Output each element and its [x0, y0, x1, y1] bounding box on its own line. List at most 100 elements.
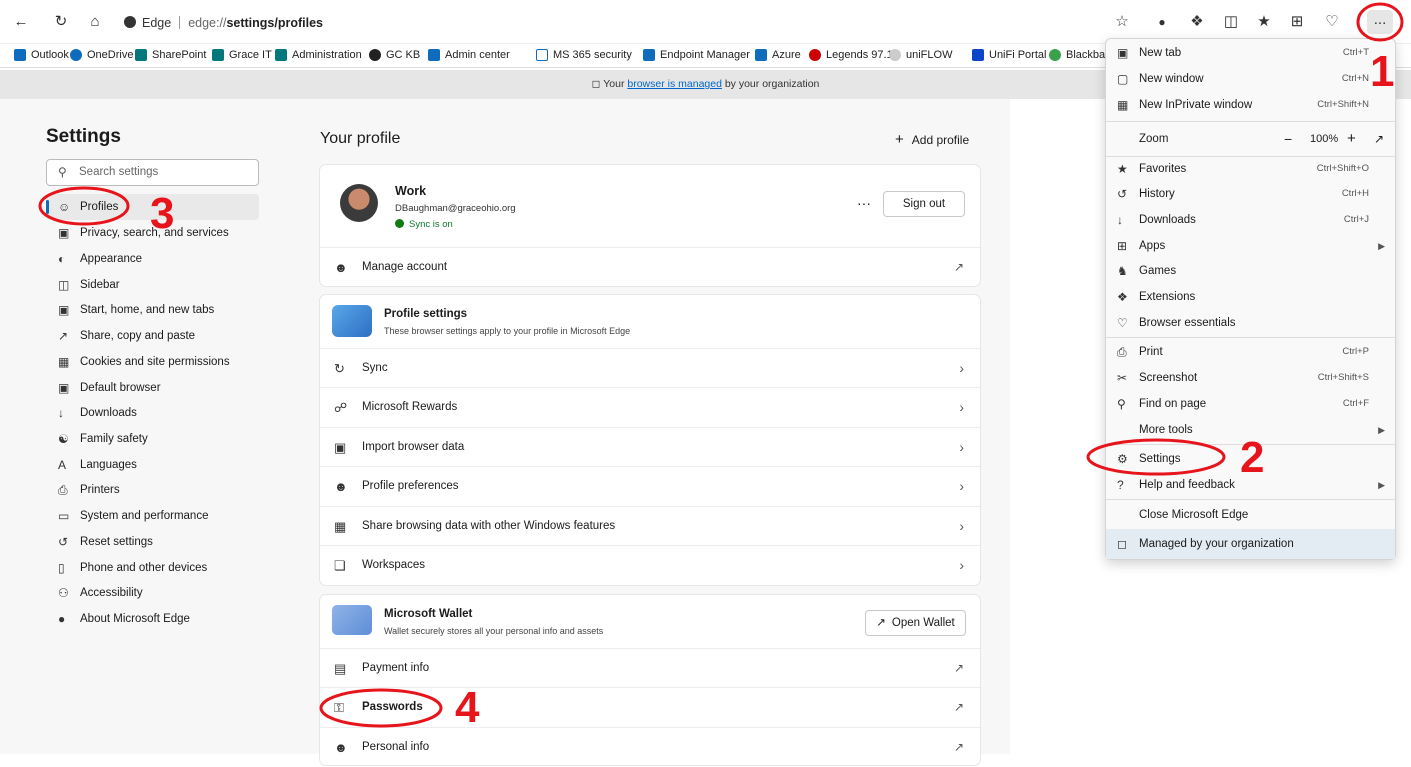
menu-new-window[interactable]: ▢ New window Ctrl+N [1106, 66, 1395, 92]
fullscreen-icon[interactable]: ↗ [1374, 124, 1384, 154]
sidebar-item-privacy[interactable]: ▣ Privacy, search, and services [46, 220, 259, 246]
sharepoint-icon [212, 49, 224, 61]
menu-favorites[interactable]: ★ Favorites Ctrl+Shift+O [1106, 156, 1395, 182]
chevron-right-icon: › [959, 478, 964, 494]
manage-account-row[interactable]: ☻ Manage account ↗ [320, 247, 980, 286]
workspaces-icon: ❏ [334, 558, 346, 573]
bookmark-uniflow[interactable]: uniFLOW [889, 49, 952, 61]
bookmark-endpoint-manager[interactable]: Endpoint Manager [643, 49, 750, 61]
menu-games[interactable]: ♞ Games [1106, 258, 1395, 284]
workspaces-row[interactable]: ❏ Workspaces › [320, 545, 980, 584]
sidebar-item-family-safety[interactable]: ☯ Family safety [46, 426, 259, 452]
menu-print[interactable]: ⎙ Print Ctrl+P [1106, 339, 1395, 365]
sharepoint-icon [275, 49, 287, 61]
menu-find-on-page[interactable]: ⚲ Find on page Ctrl+F [1106, 391, 1395, 417]
collections-icon[interactable]: ⊞ [1288, 13, 1306, 31]
sidebar-item-printers[interactable]: ⎙ Printers [46, 477, 259, 503]
menu-extensions[interactable]: ❖ Extensions [1106, 284, 1395, 310]
extension-app-icon[interactable]: ● [1153, 13, 1171, 31]
laptop-icon: ▭ [58, 509, 70, 523]
chevron-right-icon: › [959, 518, 964, 534]
family-icon: ☯ [58, 432, 69, 446]
sidebar-item-phone[interactable]: ▯ Phone and other devices [46, 555, 259, 581]
browser-essentials-icon[interactable]: ♡ [1323, 13, 1341, 31]
bookmark-outlook[interactable]: Outlook [14, 49, 69, 61]
bookmark-ms365-security[interactable]: MS 365 security [536, 49, 632, 61]
refresh-icon[interactable]: ↻ [52, 13, 70, 31]
bookmark-azure[interactable]: Azure [755, 49, 801, 61]
menu-screenshot[interactable]: ✂ Screenshot Ctrl+Shift+S [1106, 365, 1395, 391]
settings-and-more-button[interactable]: ... [1367, 10, 1393, 34]
profile-page: Your profile + Add profile Work DBaughman… [290, 99, 1010, 765]
bookmark-sharepoint[interactable]: SharePoint [135, 49, 206, 61]
favorites-icon[interactable]: ★ [1255, 13, 1273, 31]
bookmark-onedrive[interactable]: OneDrive [70, 49, 133, 61]
sidebar-item-accessibility[interactable]: ⚇ Accessibility [46, 580, 259, 606]
share-windows-row[interactable]: ▦ Share browsing data with other Windows … [320, 506, 980, 545]
home-icon[interactable]: ⌂ [86, 13, 104, 31]
address-bar[interactable]: Edge edge://settings/profiles [118, 11, 1118, 35]
person-icon: ☻ [334, 740, 348, 755]
sidebar-item-sidebar[interactable]: ◫ Sidebar [46, 272, 259, 298]
sidebar-item-start-home[interactable]: ▣ Start, home, and new tabs [46, 297, 259, 323]
search-settings-input[interactable]: ⚲ Search settings [46, 159, 259, 186]
extensions-icon[interactable]: ❖ [1188, 13, 1206, 31]
external-link-icon: ↗ [953, 740, 964, 754]
microsoft-rewards-row[interactable]: ☍ Microsoft Rewards › [320, 387, 980, 426]
payment-info-row[interactable]: ▤ Payment info ↗ [320, 648, 980, 687]
sync-row[interactable]: ↻ Sync › [320, 348, 980, 387]
add-profile-button[interactable]: + Add profile [895, 131, 969, 148]
bookmark-administration[interactable]: Administration [275, 49, 362, 61]
split-screen-icon[interactable]: ◫ [1222, 13, 1240, 31]
lock-icon: ▣ [58, 226, 70, 240]
sidebar-item-reset[interactable]: ↺ Reset settings [46, 529, 259, 555]
bookmark-unifi-portal[interactable]: UniFi Portal [972, 49, 1046, 61]
wallet-title: Microsoft Wallet [384, 608, 473, 620]
bookmark-blackbaud[interactable]: Blackba [1049, 49, 1105, 61]
bookmark-grace-it[interactable]: Grace IT [212, 49, 272, 61]
zoom-out-button[interactable]: − [1284, 124, 1292, 154]
sidebar-item-appearance[interactable]: ◐ Appearance [46, 246, 259, 272]
sidebar-item-system[interactable]: ▭ System and performance [46, 503, 259, 529]
menu-history[interactable]: ↺ History Ctrl+H [1106, 181, 1395, 207]
games-icon: ♞ [1117, 264, 1128, 278]
menu-new-inprivate[interactable]: ▦ New InPrivate window Ctrl+Shift+N [1106, 92, 1395, 118]
sign-out-button[interactable]: Sign out [883, 191, 965, 217]
profile-more-button[interactable]: ··· [857, 195, 871, 211]
zoom-in-button[interactable]: + [1347, 124, 1356, 154]
menu-settings[interactable]: ⚙ Settings [1106, 446, 1395, 472]
menu-managed-by-org[interactable]: ◻ Managed by your organization [1106, 529, 1395, 559]
profile-preferences-row[interactable]: ☻ Profile preferences › [320, 466, 980, 505]
menu-apps[interactable]: ⊞ Apps ▶ [1106, 233, 1395, 259]
sidebar-item-about[interactable]: ● About Microsoft Edge [46, 606, 259, 632]
languages-icon: A [58, 458, 67, 472]
lock-icon: ◻ [591, 78, 604, 90]
browser-managed-link[interactable]: browser is managed [627, 78, 722, 90]
import-browser-data-row[interactable]: ▣ Import browser data › [320, 427, 980, 466]
menu-downloads[interactable]: ↓ Downloads Ctrl+J [1106, 207, 1395, 233]
personal-info-row[interactable]: ☻ Personal info ↗ [320, 727, 980, 766]
cookies-icon: ▦ [58, 355, 70, 369]
bookmark-legends[interactable]: Legends 97.1 [809, 49, 893, 61]
passwords-row[interactable]: ⚿ Passwords ↗ [320, 687, 980, 726]
back-arrow-icon[interactable]: ← [12, 13, 30, 31]
page-title: Your profile [320, 130, 401, 147]
sidebar-item-languages[interactable]: A Languages [46, 452, 259, 478]
profile-settings-icon [332, 305, 372, 337]
menu-close-edge[interactable]: Close Microsoft Edge [1106, 502, 1395, 528]
sidebar-item-share-copy[interactable]: ↗ Share, copy and paste [46, 323, 259, 349]
bookmark-gc-kb[interactable]: GC KB [369, 49, 420, 61]
sidebar-item-default-browser[interactable]: ▣ Default browser [46, 375, 259, 401]
menu-new-tab[interactable]: ▣ New tab Ctrl+T [1106, 40, 1395, 66]
sidebar-item-profiles[interactable]: ☺ Profiles [46, 194, 259, 220]
profile-settings-title: Profile settings [384, 308, 468, 320]
radio-icon [809, 49, 821, 61]
favorite-star-icon[interactable]: ☆ [1113, 13, 1131, 31]
open-wallet-button[interactable]: ↗ Open Wallet [865, 610, 966, 636]
menu-help-feedback[interactable]: ? Help and feedback ▶ [1106, 472, 1395, 498]
menu-more-tools[interactable]: More tools ▶ [1106, 417, 1395, 443]
bookmark-admin-center[interactable]: Admin center [428, 49, 510, 61]
menu-browser-essentials[interactable]: ♡ Browser essentials [1106, 310, 1395, 336]
sidebar-item-cookies[interactable]: ▦ Cookies and site permissions [46, 349, 259, 375]
sidebar-item-downloads[interactable]: ↓ Downloads [46, 400, 259, 426]
